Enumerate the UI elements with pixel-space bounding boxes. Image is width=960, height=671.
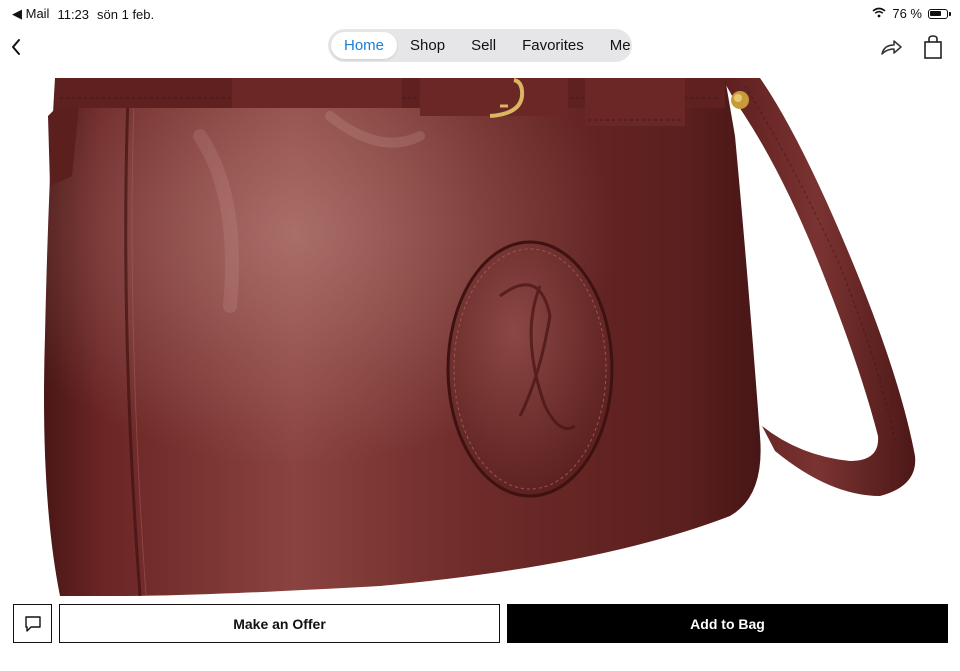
back-button[interactable] [6, 34, 28, 60]
battery-level [930, 10, 941, 16]
battery-icon [928, 8, 951, 19]
status-bar: ◀ Mail 11:23 sön 1 feb. 76 % [0, 0, 960, 26]
wifi-icon [872, 6, 886, 21]
shopping-bag-button[interactable] [922, 34, 944, 60]
chat-icon [24, 615, 41, 632]
top-nav: Home Shop Sell Favorites Me [0, 26, 960, 76]
message-seller-button[interactable] [13, 604, 52, 643]
share-button[interactable] [878, 35, 904, 59]
tab-home[interactable]: Home [331, 32, 398, 59]
handbag-illustration [44, 78, 916, 596]
tab-me[interactable]: Me [597, 32, 644, 59]
add-to-bag-button[interactable]: Add to Bag [507, 604, 948, 643]
tab-sell[interactable]: Sell [458, 32, 509, 59]
tab-favorites[interactable]: Favorites [509, 32, 597, 59]
share-icon [881, 40, 902, 55]
chevron-left-icon [12, 39, 20, 55]
shopping-bag-icon [924, 35, 942, 59]
tab-shop[interactable]: Shop [397, 32, 458, 59]
section-tabs: Home Shop Sell Favorites Me [328, 29, 632, 62]
make-offer-button[interactable]: Make an Offer [59, 604, 500, 643]
status-bar-left: ◀ Mail 11:23 sön 1 feb. [12, 6, 154, 22]
status-date: sön 1 feb. [97, 6, 155, 22]
status-time: 11:23 [57, 6, 90, 22]
status-bar-right: 76 % [872, 6, 951, 21]
battery-percent: 76 % [892, 6, 922, 21]
back-to-app-link[interactable]: ◀ Mail [12, 6, 49, 22]
action-bar: Make an Offer Add to Bag [0, 596, 960, 671]
product-image[interactable] [0, 76, 960, 596]
